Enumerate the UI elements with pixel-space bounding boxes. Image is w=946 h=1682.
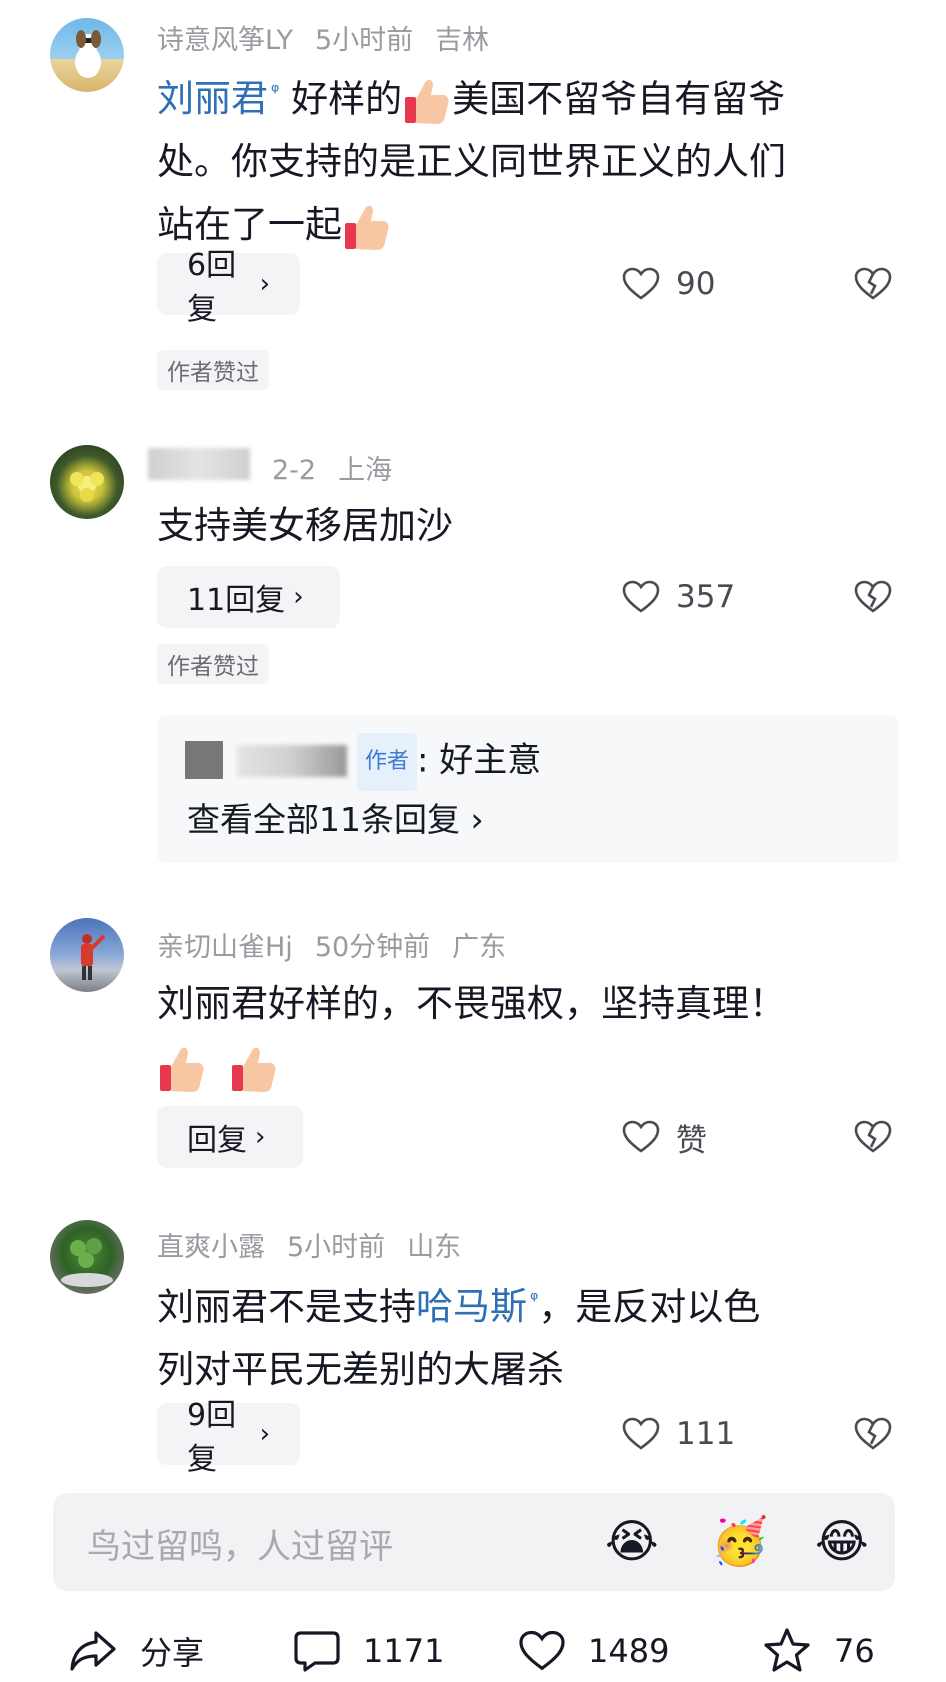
thumbs-up-emoji-icon <box>405 79 449 124</box>
broken-heart-icon <box>854 267 892 300</box>
thumbs-up-emoji-icon <box>345 205 389 250</box>
reply-count-button[interactable]: 11回复 › <box>157 566 340 628</box>
redacted-username <box>148 448 250 480</box>
comment-line: 刘丽君不是支持哈马斯 ᵠ，是反对以色 <box>157 1285 761 1329</box>
comment-bubble-icon <box>294 1631 340 1672</box>
reply-button[interactable]: 回复 › <box>157 1106 303 1168</box>
comment-line: 处。你支持的是正义同世界正义的人们 <box>157 140 786 184</box>
timestamp: 5小时前 <box>314 25 414 56</box>
username[interactable]: 诗意风筝LY <box>157 25 293 56</box>
location: 山东 <box>407 1232 462 1263</box>
dislike-button[interactable] <box>854 1403 892 1465</box>
like-button[interactable]: 赞 <box>622 1106 736 1168</box>
heart-icon <box>622 1120 660 1153</box>
heart-icon <box>622 1417 660 1450</box>
search-mini-icon: ᵠ <box>271 79 280 103</box>
chevron-right-icon: › <box>259 1419 270 1449</box>
comment-line: 列对平民无差别的大屠杀 <box>157 1348 564 1392</box>
reply-count-button[interactable]: 9回复 › <box>157 1398 300 1477</box>
crying-emoji-button[interactable]: 😭 <box>605 1513 659 1569</box>
view-all-replies-link[interactable]: 查看全部11条回复 › <box>187 793 484 847</box>
comment-meta: 亲切山雀Hj 50分钟前 广东 <box>157 925 528 964</box>
favorite-button[interactable]: 76 <box>762 1625 875 1677</box>
dog-avatar-icon <box>75 30 101 78</box>
chevron-right-icon: › <box>259 269 270 299</box>
share-button[interactable]: 分享 <box>68 1625 204 1677</box>
clover-avatar-icon <box>61 1238 113 1287</box>
thumbs-up-emoji-icon <box>231 1047 276 1092</box>
author-liked-tag: 作者赞过 <box>157 350 269 390</box>
keyword-link[interactable]: 刘丽君 ᵠ <box>157 77 279 120</box>
heart-icon <box>622 580 660 613</box>
comment-meta: 直爽小露 5小时前 山东 <box>157 1225 483 1264</box>
location: 广东 <box>452 932 507 963</box>
avatar[interactable] <box>50 445 124 519</box>
flower-avatar-icon <box>70 472 104 502</box>
heart-icon <box>519 1630 565 1671</box>
location: 上海 <box>338 455 393 486</box>
comment-text: 刘丽君 ᵠ 好样的 美国不留爷自有留爷 处。你支持的是正义同世界正义的人们 站在了一… <box>157 60 897 256</box>
sub-reply-line: 作者: 好主意 <box>357 733 541 791</box>
hiker-avatar-icon <box>81 934 106 980</box>
broken-heart-icon <box>854 1120 892 1153</box>
dislike-button[interactable] <box>854 566 892 628</box>
like-post-button[interactable]: 1489 <box>518 1625 669 1677</box>
comment-text: 刘丽君好样的，不畏强权，坚持真理！ <box>157 972 897 1098</box>
author-liked-tag: 作者赞过 <box>157 644 269 684</box>
chevron-right-icon: › <box>470 800 484 839</box>
dislike-button[interactable] <box>854 253 892 315</box>
avatar[interactable] <box>50 1220 124 1294</box>
comments-button[interactable]: 1171 <box>293 1625 444 1677</box>
share-arrow-icon <box>70 1631 116 1671</box>
author-tag: 作者 <box>357 733 418 791</box>
broken-heart-icon <box>854 580 892 613</box>
chevron-right-icon: › <box>293 582 304 612</box>
avatar[interactable] <box>50 918 124 992</box>
username[interactable]: 直爽小露 <box>157 1232 265 1263</box>
thumbs-up-emoji-icon <box>160 1047 204 1092</box>
reply-count-button[interactable]: 6回复 › <box>157 248 300 327</box>
laughing-emoji-button[interactable]: 😂 <box>815 1513 869 1569</box>
dislike-button[interactable] <box>854 1106 892 1168</box>
broken-heart-icon <box>854 1417 892 1450</box>
heart-icon <box>622 267 660 300</box>
comment-meta: 2-2 上海 <box>272 448 414 487</box>
comment-meta: 诗意风筝LY 5小时前 吉林 <box>157 18 511 57</box>
like-button[interactable]: 111 <box>622 1403 736 1465</box>
redacted-username <box>237 745 347 777</box>
timestamp: 2-2 <box>272 455 317 486</box>
redacted-username <box>185 741 223 779</box>
star-icon <box>764 1628 810 1672</box>
chevron-right-icon: › <box>255 1122 266 1152</box>
timestamp: 50分钟前 <box>314 932 431 963</box>
avatar[interactable] <box>50 18 124 92</box>
comment-line: 站在了一起 <box>157 193 897 256</box>
comment-input-placeholder: 鸟过留鸣，人过留评 <box>87 1527 393 1567</box>
comment-line: 刘丽君 ᵠ 好样的 美国不留爷自有留爷 <box>157 60 897 130</box>
like-button[interactable]: 357 <box>622 566 736 628</box>
comment-text: 支持美女移居加沙 <box>157 504 453 547</box>
location: 吉林 <box>435 25 490 56</box>
emoji-line <box>157 1035 897 1098</box>
timestamp: 5小时前 <box>287 1232 386 1263</box>
keyword-link[interactable]: 哈马斯 ᵠ <box>416 1285 538 1328</box>
comment-text: 刘丽君不是支持哈马斯 ᵠ，是反对以色 列对平民无差别的大屠杀 <box>157 1268 897 1401</box>
username[interactable]: 亲切山雀Hj <box>157 932 293 963</box>
like-button[interactable]: 90 <box>622 253 736 315</box>
sub-reply-box[interactable]: 作者: 好主意 查看全部11条回复 › <box>157 715 899 863</box>
comment-input[interactable]: 鸟过留鸣，人过留评 😭 🥳 😂 <box>53 1493 895 1591</box>
party-emoji-button[interactable]: 🥳 <box>711 1513 768 1569</box>
